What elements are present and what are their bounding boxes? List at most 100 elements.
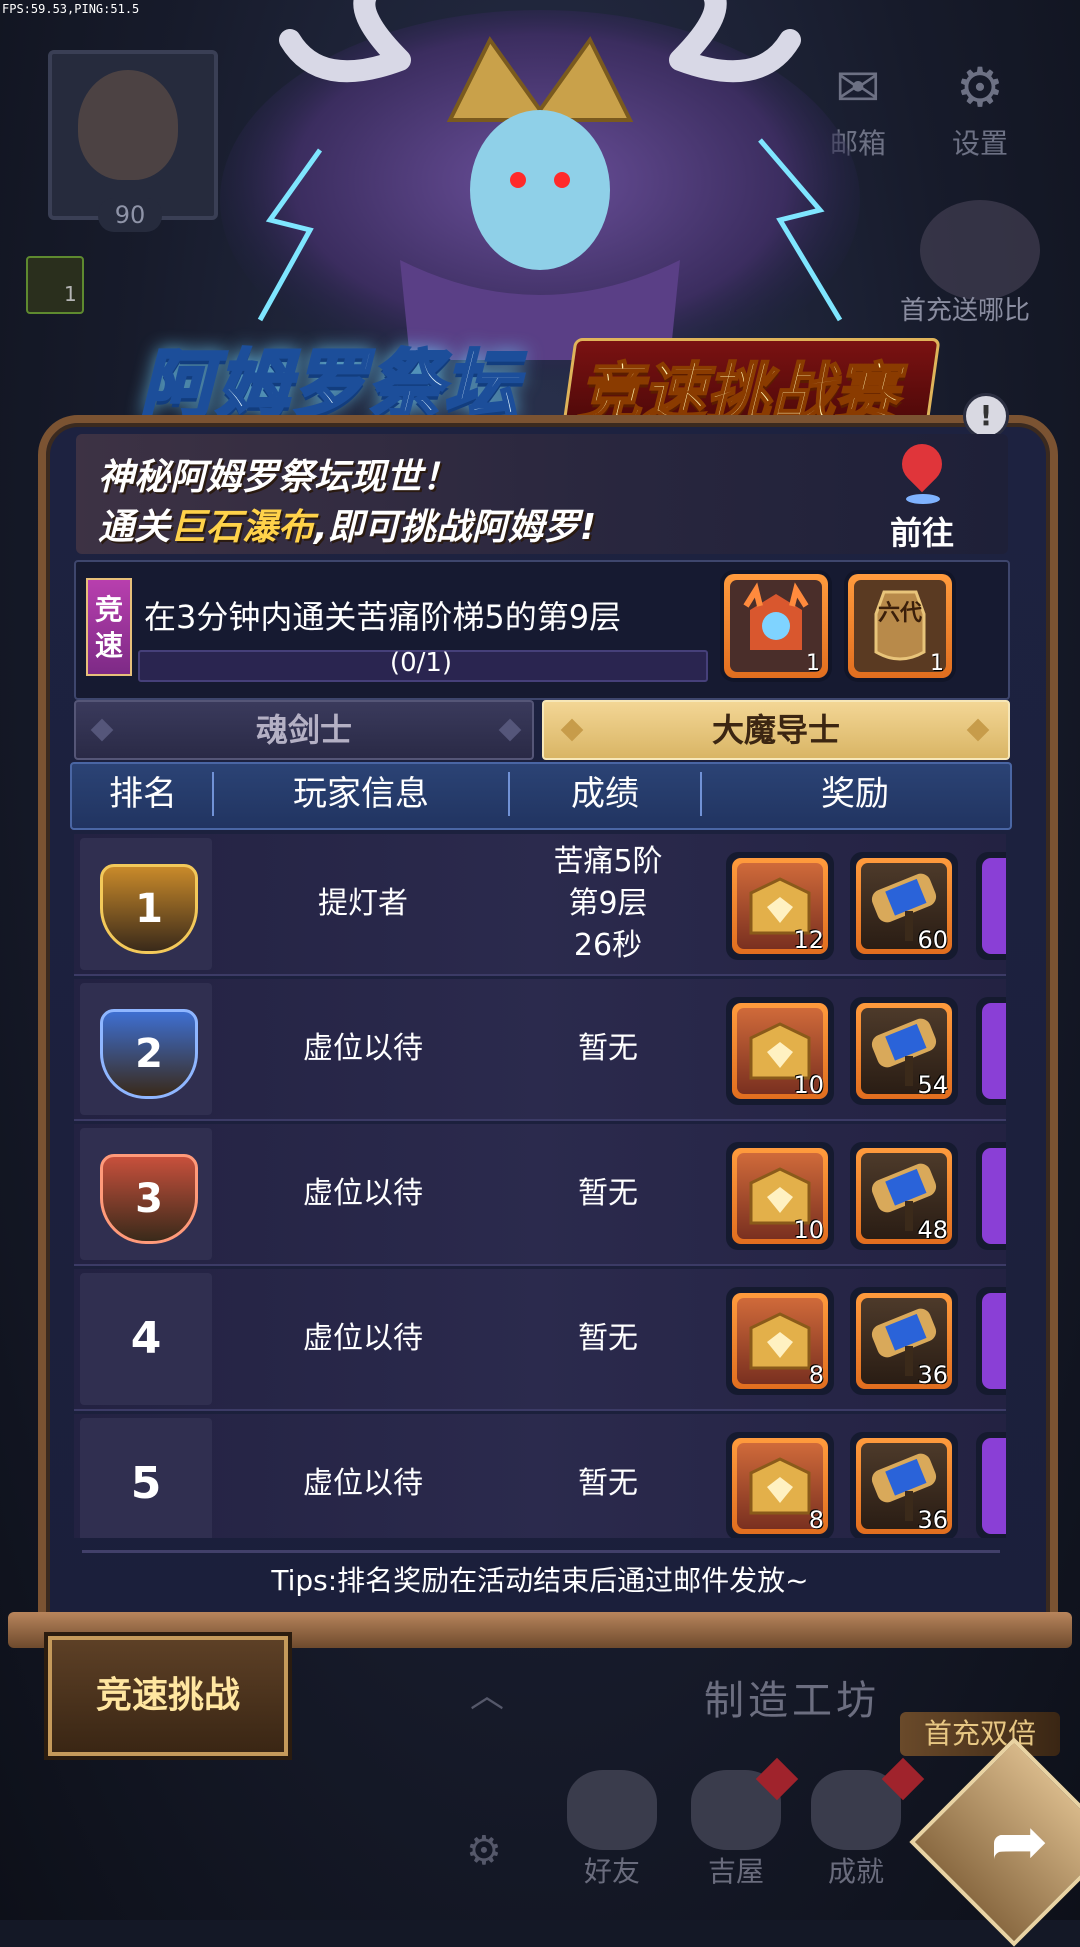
rank-cell: 1 (80, 838, 212, 970)
table-row: 5 虚位以待 暂无 8 36 (74, 1414, 1006, 1538)
reward-count: 36 (917, 1361, 948, 1389)
reward-slot[interactable]: 12 (726, 852, 834, 960)
intro-line-1: 神秘阿姆罗祭坛现世！ (98, 457, 459, 498)
first-pay-double-button[interactable]: 首充双倍 (900, 1712, 1060, 1756)
reward-slot[interactable]: 36 (850, 1432, 958, 1538)
gear-icon[interactable]: ⚙ (466, 1828, 502, 1874)
nav-house-label: 吉屋 (707, 1855, 764, 1888)
header-score: 成绩 (571, 774, 639, 814)
reward-slot[interactable]: 36 (850, 1287, 958, 1395)
reward-slot[interactable]: 8 (726, 1287, 834, 1395)
ranking-list[interactable]: 1 提灯者 苦痛5阶 第9层 26秒 12 60 2 虚位以待 暂无 10 54 3 虚位以待 暂无 10 48… (74, 830, 1006, 1538)
rank-medal-icon: 3 (100, 1154, 198, 1244)
score-line: 26秒 (573, 928, 643, 963)
tips-text: Tips:排名奖励在活动结束后通过邮件发放~ (271, 1564, 809, 1597)
player-name[interactable]: 虚位以待 (214, 979, 512, 1119)
first-pay-gift-label[interactable]: 首充送哪比 (900, 290, 1030, 327)
map-pin-base (906, 494, 940, 504)
reward-slot[interactable]: 48 (850, 1142, 958, 1250)
reward-slot-partial[interactable] (976, 1432, 1006, 1538)
coin-icon (982, 1148, 1006, 1244)
header-reward: 奖励 (821, 774, 889, 814)
reward-count: 48 (917, 1216, 948, 1244)
score-cell: 暂无 (514, 1124, 702, 1264)
settings-label: 设置 (951, 127, 1008, 160)
reward-count: 10 (793, 1216, 824, 1244)
coin-icon (982, 1438, 1006, 1534)
player-name[interactable]: 虚位以待 (214, 1124, 512, 1264)
reward-slot[interactable]: 10 (726, 1142, 834, 1250)
score-line: 暂无 (578, 1176, 638, 1211)
score-cell: 暂无 (514, 979, 702, 1119)
speed-tag: 竞速 (86, 578, 132, 676)
header-rank: 排名 (109, 774, 177, 814)
tips-divider (82, 1550, 1000, 1553)
player-name[interactable]: 虚位以待 (214, 1414, 512, 1538)
player-name[interactable]: 提灯者 (214, 834, 512, 974)
reward-slot[interactable]: 60 (850, 852, 958, 960)
coin-icon (982, 1003, 1006, 1099)
challenge-description: 在3分钟内通关苦痛阶梯5的第9层 (144, 598, 622, 636)
table-row: 2 虚位以待 暂无 10 54 (74, 979, 1006, 1121)
reward-count: 36 (917, 1506, 948, 1534)
gear-icon: ⚙ (955, 56, 1005, 119)
rank-medal-icon: 2 (100, 1009, 198, 1099)
reward-slot-partial[interactable] (976, 852, 1006, 960)
reward-slot-partial[interactable] (976, 1142, 1006, 1250)
speed-challenge-button[interactable]: 竞速挑战 (48, 1636, 288, 1756)
table-row: 4 虚位以待 暂无 8 36 (74, 1269, 1006, 1411)
challenge-reward-slot[interactable]: 六代 1 (848, 574, 952, 678)
reward-slot[interactable]: 10 (726, 997, 834, 1105)
score-cell: 暂无 (514, 1414, 702, 1538)
reward-slot[interactable]: 54 (850, 997, 958, 1105)
nav-friends[interactable]: 好友 (552, 1770, 672, 1890)
rank-number: 5 (130, 1458, 162, 1509)
coin-icon (982, 858, 1006, 954)
nav-achievements-label: 成就 (827, 1855, 884, 1888)
boss-artwork (220, 0, 860, 380)
intro-highlight-location: 巨石瀑布 (170, 507, 315, 548)
intro-line-2-prefix: 通关 (98, 507, 171, 548)
reward-count: 54 (917, 1071, 948, 1099)
reward-slot-partial[interactable] (976, 1287, 1006, 1395)
coin-icon (982, 1293, 1006, 1389)
table-row: 1 提灯者 苦痛5阶第9层 26秒 12 60 (74, 834, 1006, 976)
player-name[interactable]: 虚位以待 (214, 1269, 512, 1409)
challenge-reward-slot[interactable]: 1 (724, 574, 828, 678)
share-arrow-icon: ➦ (990, 1800, 1049, 1882)
score-line: 暂无 (578, 1466, 638, 1501)
intro-line-2-suffix: ,即可挑战阿姆罗! (314, 507, 597, 548)
settings-button[interactable]: ⚙ 设置 (930, 58, 1030, 162)
craft-workshop-label[interactable]: 制造工坊 (704, 1668, 880, 1726)
goto-button[interactable]: 前往 (890, 508, 954, 554)
buff-count: 1 (64, 282, 77, 306)
rank-cell: 5 (80, 1418, 212, 1538)
reward-count: 12 (793, 926, 824, 954)
intro-line-2: 通关巨石瀑布,即可挑战阿姆罗! (98, 498, 596, 550)
rank-cell: 4 (80, 1273, 212, 1405)
reward-count: 1 (806, 651, 820, 676)
score-line: 第9层 (568, 886, 648, 921)
pet-icon[interactable] (920, 200, 1040, 300)
reward-slot-partial[interactable] (976, 997, 1006, 1105)
reward-count: 8 (808, 1506, 824, 1534)
vase-label: 六代 (877, 601, 922, 626)
avatar (78, 70, 178, 180)
rank-cell: 2 (80, 983, 212, 1115)
reward-count: 60 (917, 926, 948, 954)
score-line: 暂无 (578, 1031, 638, 1066)
reward-count: 8 (808, 1361, 824, 1389)
friends-icon (567, 1770, 657, 1850)
score-line: 苦痛5阶 (553, 844, 663, 879)
chevron-up-icon[interactable]: ︿ (470, 1668, 504, 1717)
tab-grand-mage[interactable]: 大魔导士 (542, 700, 1010, 760)
exclamation-icon[interactable]: ! (963, 393, 1009, 439)
player-level-badge: 90 (98, 198, 162, 232)
reward-slot[interactable]: 8 (726, 1432, 834, 1538)
fps-counter: FPS:59.53,PING:51.5 (2, 2, 140, 16)
header-player: 玩家信息 (293, 774, 429, 814)
rank-cell: 3 (80, 1128, 212, 1260)
nav-friends-label: 好友 (583, 1855, 640, 1888)
tab-soul-swordsman[interactable]: 魂剑士 (74, 700, 534, 760)
reward-count: 1 (930, 651, 944, 676)
